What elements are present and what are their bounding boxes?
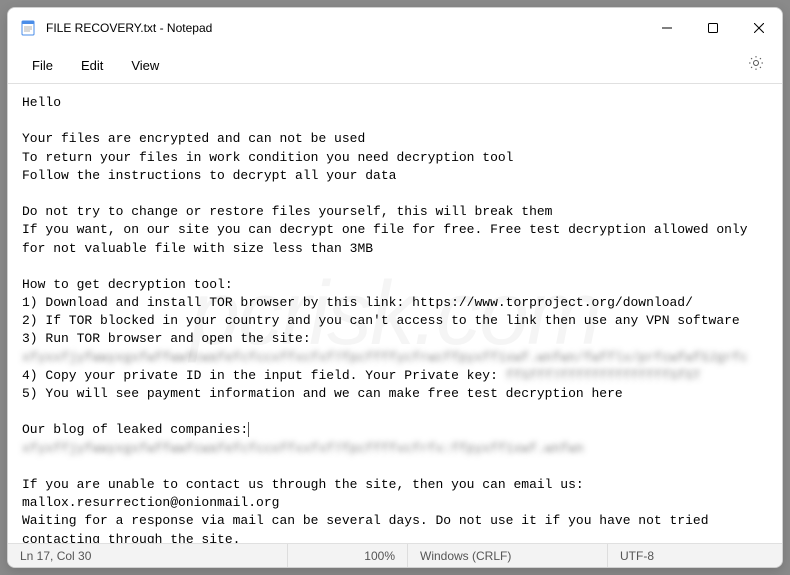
menu-file[interactable]: File xyxy=(20,52,65,79)
text-line: To return your files in work condition y… xyxy=(22,150,513,165)
text-line: 4) Copy your private ID in the input fie… xyxy=(22,368,506,383)
settings-button[interactable] xyxy=(742,49,770,82)
text-line: 2) If TOR blocked in your country and yo… xyxy=(22,313,740,328)
text-line: 1) Download and install TOR browser by t… xyxy=(22,295,693,310)
text-line: Our blog of leaked companies: xyxy=(22,422,248,437)
status-encoding: UTF-8 xyxy=(608,544,782,567)
text-line: Hello xyxy=(22,95,61,110)
titlebar: FILE RECOVERY.txt - Notepad xyxy=(8,8,782,48)
window-controls xyxy=(644,8,782,48)
close-button[interactable] xyxy=(736,8,782,48)
menu-edit[interactable]: Edit xyxy=(69,52,115,79)
gear-icon xyxy=(748,55,764,71)
minimize-button[interactable] xyxy=(644,8,690,48)
text-line: Do not try to change or restore files yo… xyxy=(22,204,553,219)
text-line: Waiting for a response via mail can be s… xyxy=(22,513,716,543)
maximize-button[interactable] xyxy=(690,8,736,48)
text-line: If you are unable to contact us through … xyxy=(22,477,592,510)
statusbar: Ln 17, Col 30 100% Windows (CRLF) UTF-8 xyxy=(8,543,782,567)
notepad-window: FILE RECOVERY.txt - Notepad File Edit Vi… xyxy=(7,7,783,568)
notepad-icon xyxy=(20,20,36,36)
menu-view[interactable]: View xyxy=(119,52,171,79)
menubar: File Edit View xyxy=(8,48,782,84)
status-line-ending: Windows (CRLF) xyxy=(408,544,608,567)
text-cursor xyxy=(248,422,249,437)
text-line: Follow the instructions to decrypt all y… xyxy=(22,168,396,183)
text-content-area[interactable]: pcrisk.comHello Your files are encrypted… xyxy=(8,84,782,543)
redacted-text: xfyxxfjyfwwyxgxfwffwwfcwafefcfccxffxcfxf… xyxy=(22,350,748,365)
text-line: 5) You will see payment information and … xyxy=(22,386,623,401)
text-line: Your files are encrypted and can not be … xyxy=(22,131,365,146)
text-line: 3) Run TOR browser and open the site: xyxy=(22,331,311,346)
redacted-text: xfyxffjyfwwyxgxfwffwwfcwafefcfccoffxxfxf… xyxy=(22,441,584,456)
redacted-text: ffSfff7ffffffffffffffSfST xyxy=(506,368,701,383)
status-zoom[interactable]: 100% xyxy=(288,544,408,567)
window-title: FILE RECOVERY.txt - Notepad xyxy=(46,21,644,35)
text-line: How to get decryption tool: xyxy=(22,277,233,292)
status-cursor-position: Ln 17, Col 30 xyxy=(8,544,288,567)
text-line: If you want, on our site you can decrypt… xyxy=(22,222,755,255)
